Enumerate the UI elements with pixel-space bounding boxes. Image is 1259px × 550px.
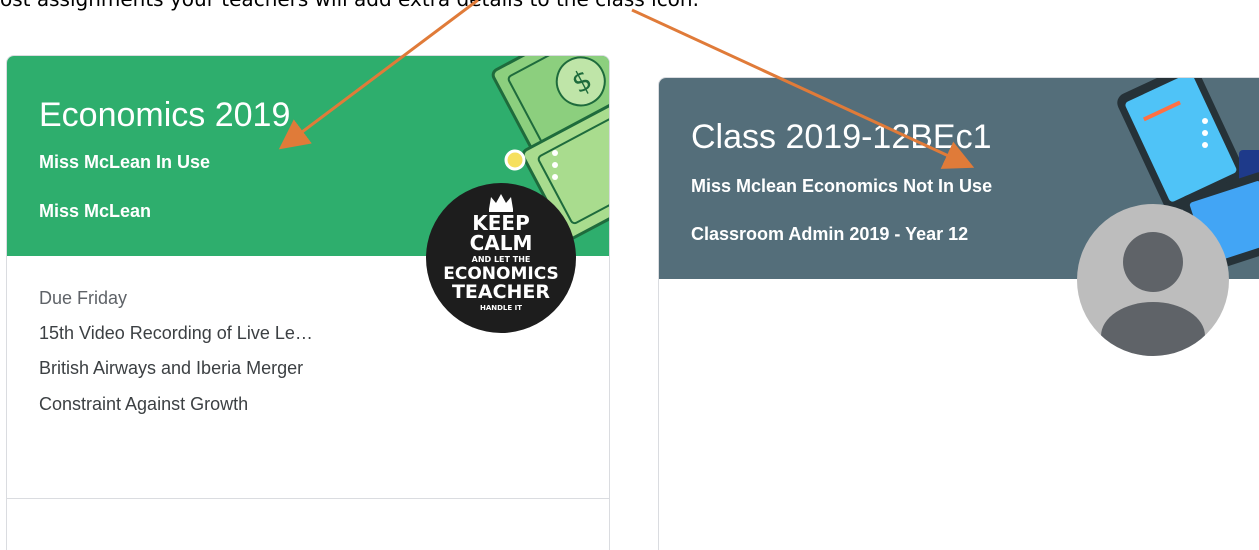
avatar-text: AND LET THE (471, 255, 531, 264)
class-teacher: Classroom Admin 2019 - Year 12 (691, 224, 969, 244)
person-icon (1077, 204, 1229, 356)
avatar-text: HANDLE IT (479, 304, 522, 312)
card-footer-divider (7, 498, 609, 499)
class-section: Miss Mclean Economics Not In Use (691, 176, 993, 196)
assignment-link[interactable]: Constraint Against Growth (39, 394, 248, 415)
crown-icon (489, 194, 513, 212)
avatar-text: KEEP (472, 211, 530, 235)
class-section: Miss McLean In Use (39, 152, 211, 172)
due-label: Due Friday (39, 288, 128, 308)
assignment-link[interactable]: British Airways and Iberia Merger (39, 358, 303, 379)
more-options-icon[interactable] (1195, 118, 1215, 154)
more-options-icon[interactable] (545, 150, 565, 186)
screenshot-page: ost assignments your teachers will add e… (0, 0, 1259, 550)
class-teacher: Miss McLean (39, 201, 152, 221)
avatar-text: CALM (469, 231, 533, 255)
class-title[interactable]: Class 2019-12BEc1 (691, 118, 992, 157)
teacher-avatar: KEEP CALM AND LET THE ECONOMICS TEACHER … (426, 183, 576, 333)
class-title[interactable]: Economics 2019 (39, 96, 290, 135)
assignment-link[interactable]: 15th Video Recording of Live Le… (39, 323, 313, 344)
avatar-text: TEACHER (451, 281, 551, 303)
instruction-caption: ost assignments your teachers will add e… (0, 0, 699, 11)
